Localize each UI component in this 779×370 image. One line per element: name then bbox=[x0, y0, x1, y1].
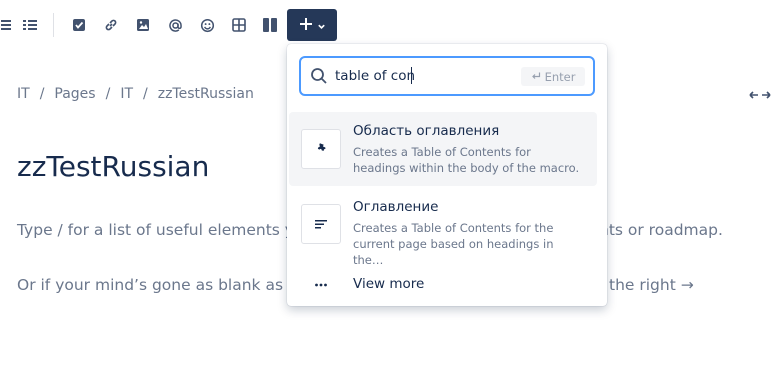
insert-menu-dropdown: Enter Область оглавления Creates a Table… bbox=[287, 44, 607, 306]
breadcrumb-item-current[interactable]: zzTestRussian bbox=[158, 86, 254, 102]
search-icon bbox=[310, 67, 328, 85]
menu-item-toc-zone[interactable]: Область оглавления Creates a Table of Co… bbox=[289, 112, 597, 186]
editor-hint-line-end: nts or roadmap. bbox=[599, 221, 723, 239]
editor-hint-line-end: the right → bbox=[609, 276, 694, 294]
emoji-icon[interactable] bbox=[197, 15, 217, 35]
view-more-button[interactable]: View more bbox=[289, 270, 597, 300]
text-cursor bbox=[411, 67, 412, 84]
enter-key-icon bbox=[531, 70, 541, 84]
menu-item-title: Оглавление bbox=[353, 199, 439, 215]
table-icon[interactable] bbox=[229, 15, 249, 35]
editor-hint-line: Or if your mind’s gone as blank as th bbox=[17, 276, 304, 294]
menu-item-title: Область оглавления bbox=[353, 123, 500, 139]
breadcrumb-item[interactable]: Pages bbox=[54, 86, 95, 102]
breadcrumb-separator: / bbox=[39, 86, 45, 102]
layouts-icon[interactable] bbox=[260, 15, 280, 35]
view-more-label: View more bbox=[353, 276, 425, 292]
expand-width-icon[interactable] bbox=[749, 87, 771, 103]
editor-toolbar bbox=[0, 0, 779, 50]
puzzle-icon bbox=[301, 129, 341, 169]
bullet-list-icon[interactable] bbox=[0, 15, 14, 35]
mention-icon[interactable] bbox=[165, 15, 185, 35]
plus-icon bbox=[299, 16, 313, 35]
breadcrumb-item[interactable]: IT bbox=[17, 86, 30, 102]
link-icon[interactable] bbox=[101, 15, 121, 35]
menu-item-description: Creates a Table of Contents for headings… bbox=[353, 145, 580, 175]
breadcrumb: IT / Pages / IT / zzTestRussian bbox=[17, 86, 254, 102]
toolbar-divider bbox=[53, 13, 54, 37]
insert-button[interactable] bbox=[287, 9, 337, 41]
more-dots-icon bbox=[313, 277, 329, 293]
breadcrumb-separator: / bbox=[105, 86, 111, 102]
enter-hint-badge: Enter bbox=[521, 67, 585, 86]
insert-search-input[interactable] bbox=[335, 65, 515, 87]
chevron-down-icon bbox=[317, 16, 326, 35]
toc-lines-icon bbox=[301, 204, 341, 244]
enter-hint-label: Enter bbox=[544, 69, 576, 84]
breadcrumb-separator: / bbox=[143, 86, 148, 102]
breadcrumb-item[interactable]: IT bbox=[120, 86, 133, 102]
numbered-list-icon[interactable] bbox=[20, 15, 40, 35]
page-title[interactable]: zzTestRussian bbox=[17, 150, 209, 183]
insert-search-box[interactable]: Enter bbox=[299, 56, 595, 96]
menu-item-toc[interactable]: Оглавление Creates a Table of Contents f… bbox=[289, 190, 597, 267]
image-icon[interactable] bbox=[133, 15, 153, 35]
menu-item-description: Creates a Table of Contents for the curr… bbox=[353, 221, 554, 267]
task-icon[interactable] bbox=[69, 15, 89, 35]
editor-hint-line: Type / for a list of useful elements yo bbox=[17, 221, 304, 239]
